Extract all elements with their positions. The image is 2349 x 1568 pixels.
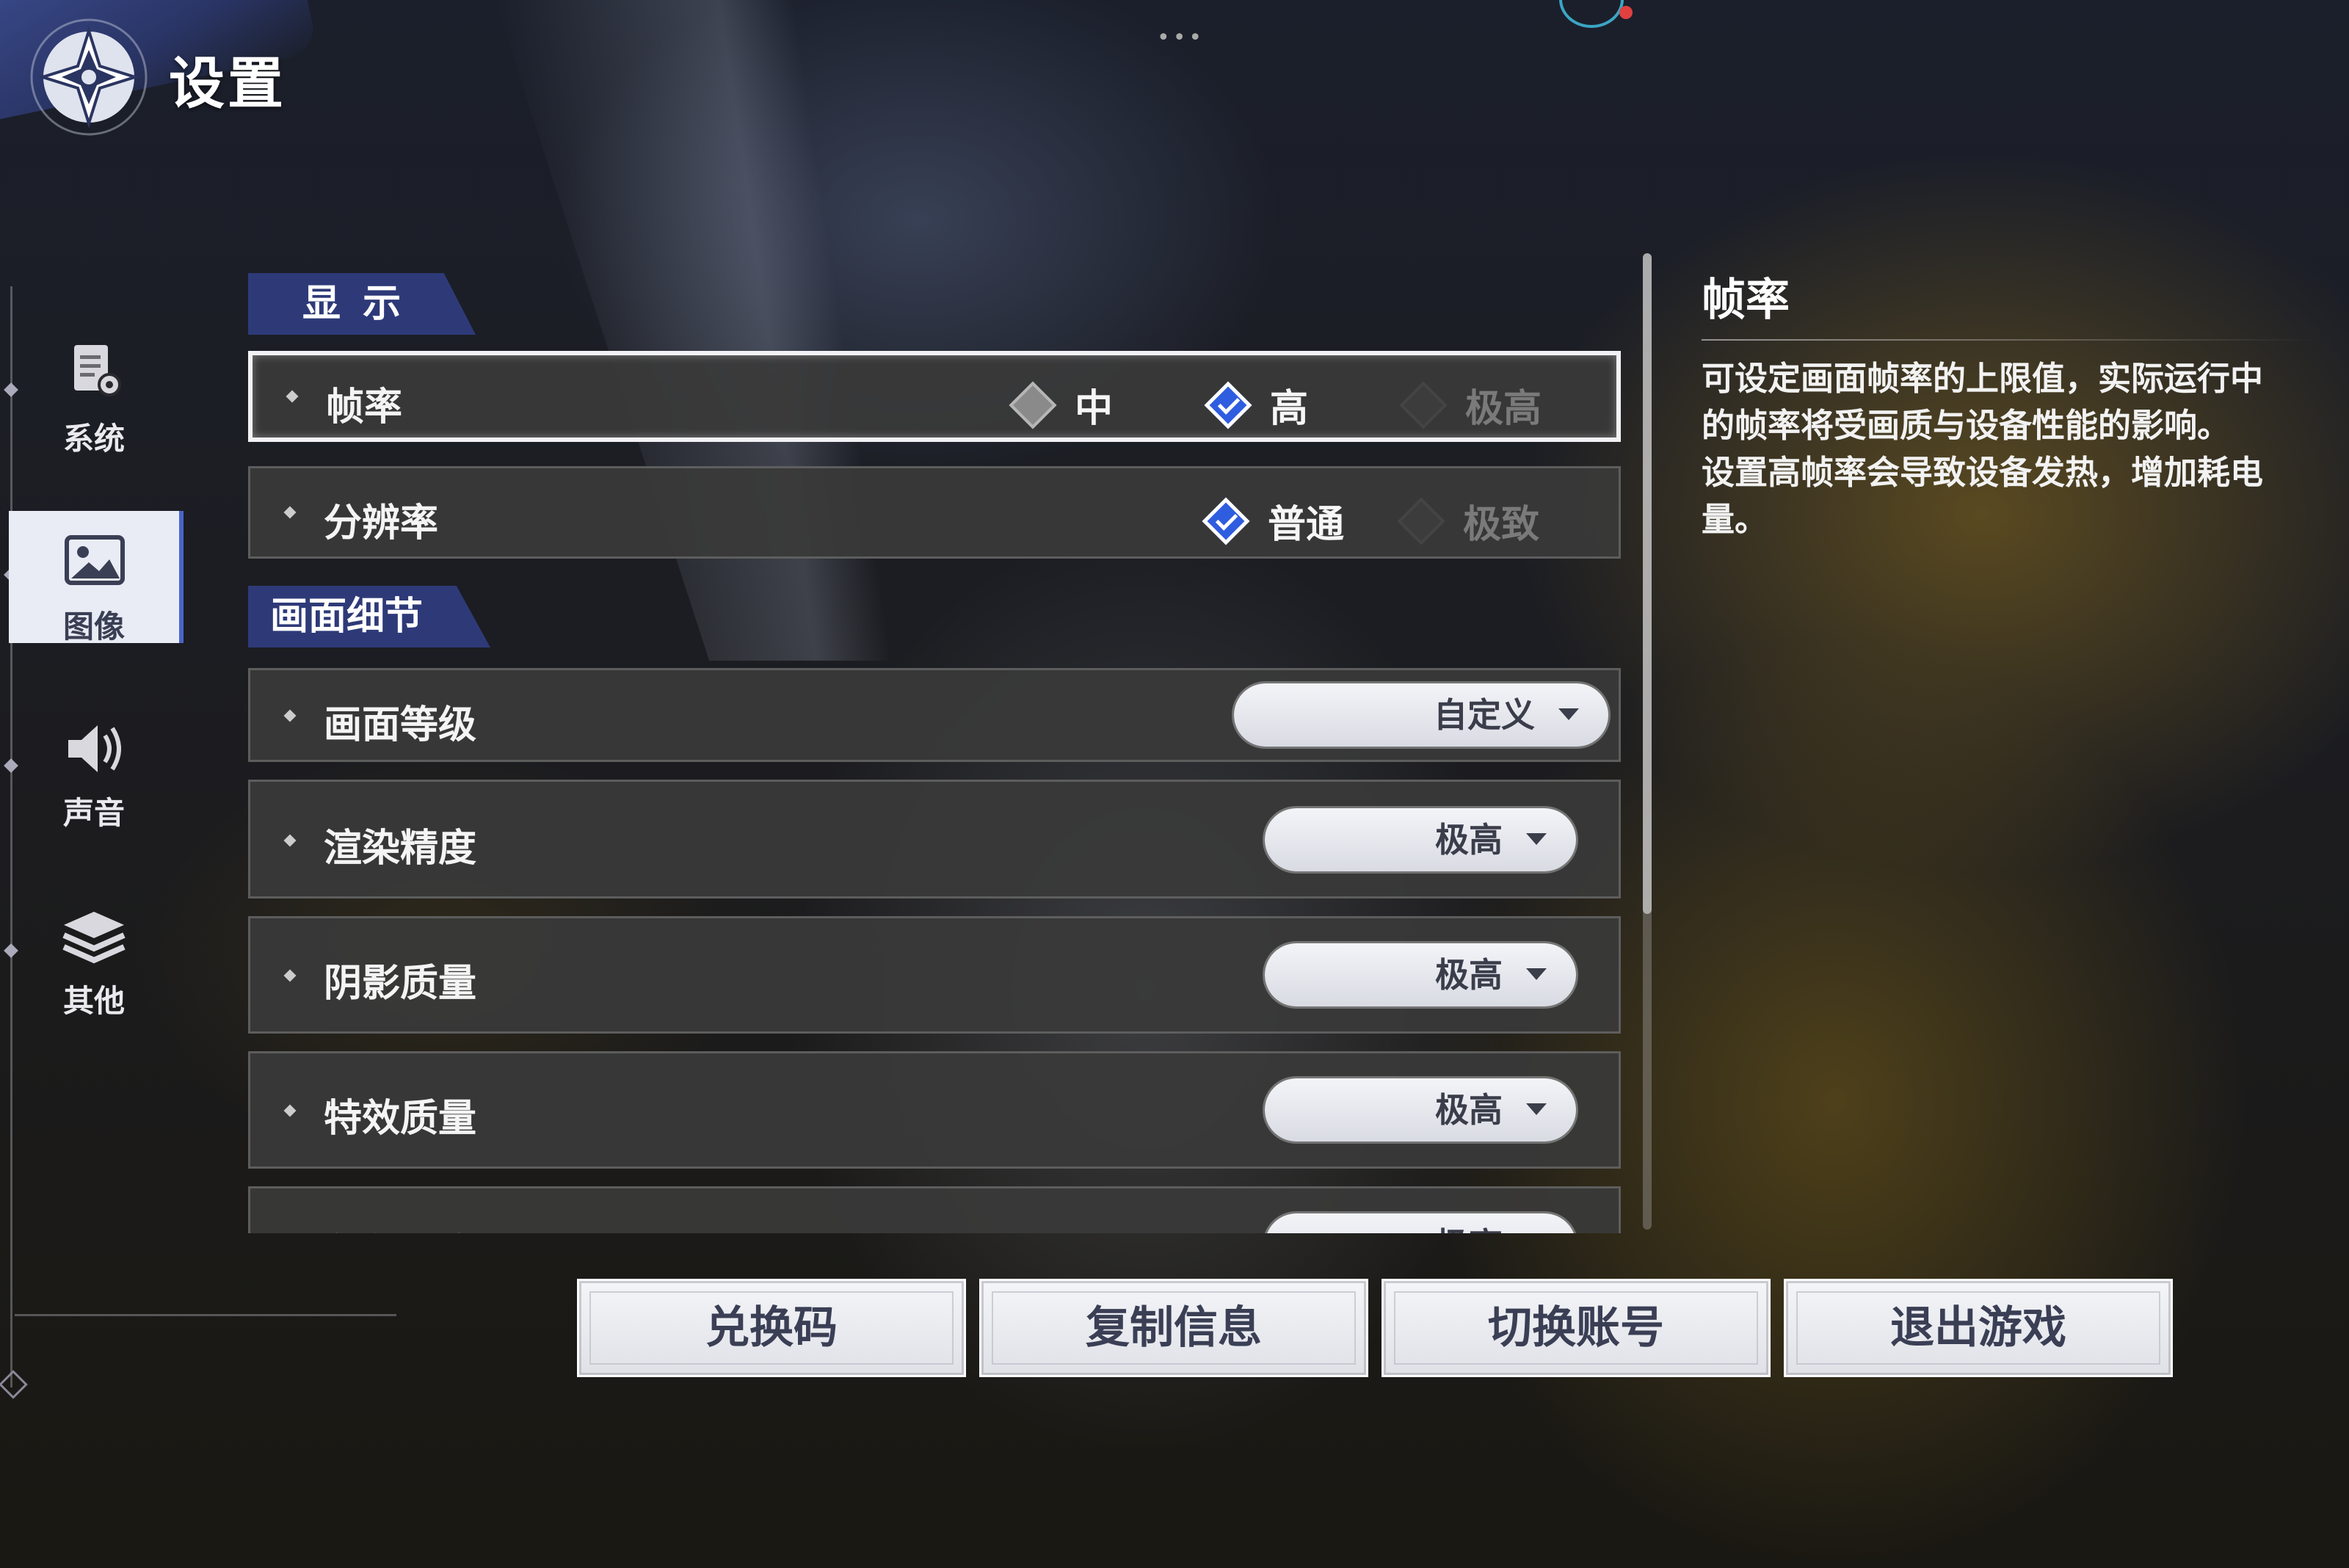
quality-level-dropdown[interactable]: 自定义 [1234,683,1608,747]
option-label: 极致 [1463,503,1540,547]
dropdown-value: 极高 [1435,955,1503,995]
resolution-option-normal[interactable]: 普通 [1202,493,1345,548]
setting-row-resolution[interactable]: 分辨率 普通 极致 [248,466,1621,559]
header: 设置 [0,0,470,176]
effect-quality-dropdown[interactable]: 极高 [1265,1078,1576,1141]
setting-label: 渲染精度 [324,827,477,871]
character-precision-dropdown[interactable]: 极高 [1265,1213,1576,1233]
info-description: 可设定画面帧率的上限值，实际运行中的帧率将受画质与设备性能的影响。 设置高帧率会… [1702,359,2264,539]
setting-row-render-precision[interactable]: 渲染精度 极高 [248,780,1621,899]
caret-down-icon [1526,968,1547,980]
shadow-quality-dropdown[interactable]: 极高 [1265,943,1576,1006]
setting-row-effect-quality[interactable]: 特效质量 极高 [248,1051,1621,1169]
section-title: 显 示 [302,282,406,326]
setting-label: 阴影质量 [324,962,477,1006]
speaker-icon [68,725,121,772]
frame-rate-option-high[interactable]: 高 [1204,377,1309,432]
row-bullet [286,390,299,403]
radio-diamond-disabled-icon [1397,496,1445,545]
nav-item-sound[interactable]: 声音 [9,697,179,831]
radio-diamond-disabled-icon [1399,380,1448,429]
frame-rate-option-medium[interactable]: 中 [1009,377,1114,432]
setting-row-frame-rate[interactable]: 帧率 中 高 极高 [248,351,1621,442]
nav-item-other[interactable]: 其他 [9,885,179,1019]
option-label: 普通 [1268,503,1345,547]
row-bullet [283,709,297,722]
exit-game-button[interactable]: 退出游戏 [1784,1279,2173,1377]
info-divider [1702,339,2318,341]
dropdown-value: 极高 [1265,1213,1503,1233]
option-label: 高 [1270,387,1309,431]
redeem-code-button[interactable]: 兑换码 [577,1279,966,1377]
setting-label: 角色精度 [324,1222,476,1233]
section-tab-display: 显 示 [248,273,476,335]
caret-down-icon [1526,1103,1547,1115]
nav-item-system[interactable]: 系统 [9,323,179,457]
section-title: 画面细节 [270,595,424,639]
radio-diamond-checked-icon [1202,496,1250,545]
setting-label: 画面等级 [324,703,477,747]
settings-scrollbar[interactable] [1643,253,1652,1230]
option-label: 极高 [1465,387,1542,431]
resolution-option-ultimate: 极致 [1397,493,1540,548]
copy-info-button[interactable]: 复制信息 [979,1279,1368,1377]
radio-diamond-checked-icon [1204,380,1252,429]
nav-item-label: 系统 [62,421,125,457]
image-icon [65,535,125,585]
settings-list[interactable]: 显 示 帧率 中 高 极高 分辨率 普通 极致 画面细节 画面等级 自定义 渲染… [242,257,1622,1233]
nav-item-label: 声音 [62,795,125,831]
switch-account-button[interactable]: 切换账号 [1382,1279,1771,1377]
setting-row-shadow-quality[interactable]: 阴影质量 极高 [248,916,1621,1034]
nav-item-image[interactable]: 图像 [9,511,179,645]
row-bullet [283,834,297,847]
setting-label: 帧率 [326,385,403,429]
document-gear-icon [74,345,121,396]
more-dots-icon[interactable]: ••• [1157,25,1205,51]
nav-item-label: 其他 [62,983,125,1019]
caret-down-icon [1558,708,1579,720]
nav-divider [15,1314,396,1316]
radio-diamond-icon [1009,380,1057,429]
dropdown-value: 自定义 [1434,695,1535,735]
section-tab-detail: 画面细节 [248,586,490,647]
setting-row-quality-level[interactable]: 画面等级 自定义 [248,668,1621,762]
frame-rate-option-extreme: 极高 [1399,377,1542,432]
settings-emblem-icon [30,18,148,136]
notification-dot [1619,6,1633,19]
info-title: 帧率 [1702,275,1790,326]
scrollbar-thumb[interactable] [1643,253,1652,914]
dropdown-value: 极高 [1435,1090,1503,1130]
status-ring-icon [1559,0,1624,28]
page-title: 设置 [169,51,286,116]
row-bullet [283,969,297,982]
option-label: 中 [1075,387,1114,431]
render-precision-dropdown[interactable]: 极高 [1265,808,1576,871]
row-bullet [283,1104,297,1117]
caret-down-icon [1526,833,1547,845]
setting-label: 分辨率 [324,501,439,545]
nav-item-label: 图像 [62,609,125,645]
nav-rail-end-marker [0,1370,28,1399]
setting-label: 特效质量 [324,1097,477,1141]
setting-row-character-precision[interactable]: 角色精度 极高 [248,1186,1621,1233]
dropdown-value: 极高 [1435,820,1503,860]
row-bullet [283,506,297,519]
layers-icon [62,912,126,964]
